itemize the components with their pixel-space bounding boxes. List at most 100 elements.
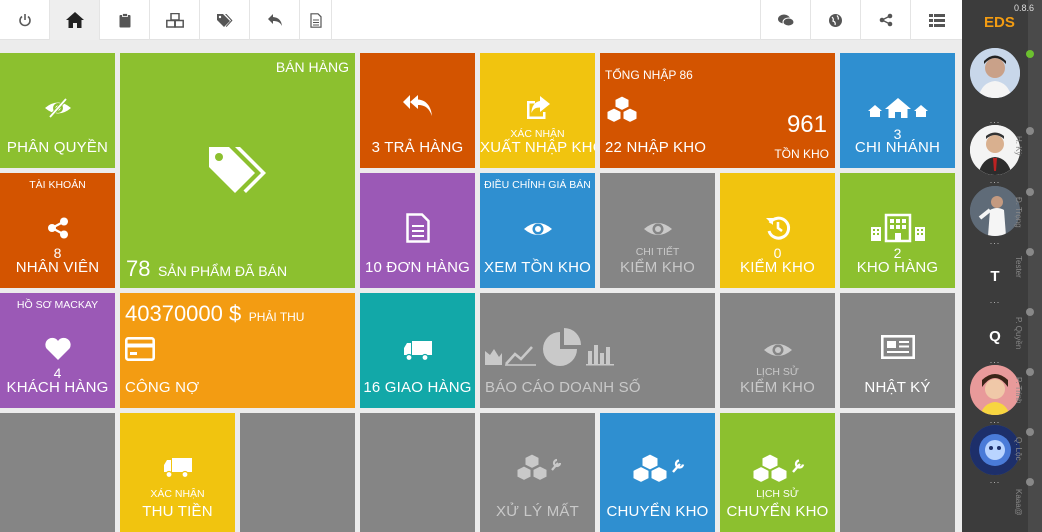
tile-label: 3 TRẢ HÀNG [371, 139, 464, 156]
tile-label: 10 ĐƠN HÀNG [364, 259, 471, 276]
tile-kho-hang[interactable]: 2 KHO HÀNG [840, 173, 955, 288]
tile-don-hang[interactable]: 10 ĐƠN HÀNG [360, 173, 475, 288]
avatar[interactable]: Q [970, 311, 1020, 361]
cubes-icon [605, 95, 639, 128]
tags-icon [120, 143, 355, 195]
tile-empty [0, 413, 115, 532]
user-menu-dots[interactable]: ... [988, 176, 1002, 185]
status-indicator [1026, 188, 1034, 196]
tile-lich-su-kiem-kho[interactable]: LỊCH SỬ KIỂM KHO [720, 293, 835, 408]
tile-label: XUẤT NHẬP KHO [480, 139, 595, 156]
user-menu-dots[interactable]: ... [988, 296, 1002, 305]
tile-empty [840, 413, 955, 532]
status-indicator [1026, 368, 1034, 376]
user-menu-dots[interactable]: ... [988, 416, 1002, 425]
status-indicator [1026, 478, 1034, 486]
cubes-wrench-icon [720, 453, 835, 483]
tile-small-label: XÁC NHẬN [150, 488, 205, 500]
globe-button[interactable] [810, 0, 860, 40]
share-icon [0, 217, 115, 239]
reply-icon [267, 14, 282, 26]
tile-thu-tien[interactable]: XÁC NHẬN THU TIỀN [120, 413, 235, 532]
document-button[interactable] [300, 0, 332, 40]
avatar[interactable]: T [970, 251, 1020, 301]
tile-label: CHI NHÁNH [854, 139, 941, 156]
tile-label: KIỂM KHO [740, 379, 815, 396]
products-button[interactable] [150, 0, 200, 40]
avatar[interactable] [970, 125, 1020, 175]
status-indicator [1026, 308, 1034, 316]
tile-giao-hang[interactable]: 16 GIAO HÀNG [360, 293, 475, 408]
buildings-icon [840, 213, 955, 243]
tile-label: KHO HÀNG [856, 259, 939, 276]
tile-kiem-kho[interactable]: 0 KIỂM KHO [720, 173, 835, 288]
tile-xuat-nhap-kho[interactable]: XÁC NHẬN XUẤT NHẬP KHO [480, 53, 595, 168]
tile-label: KHÁCH HÀNG [6, 379, 109, 396]
tile-label: NHẬT KÝ [864, 379, 931, 396]
tile-chuyen-kho[interactable]: CHUYỂN KHO [600, 413, 715, 532]
chat-button[interactable] [760, 0, 810, 40]
receivable: 40370000 $ PHẢI THU [125, 301, 304, 327]
tile-nhan-vien[interactable]: TÀI KHOẢN 8 NHÂN VIÊN [0, 173, 115, 288]
tile-small-label: LỊCH SỬ [756, 488, 799, 500]
cubes-wrench-icon [600, 453, 715, 483]
credit-card-icon [124, 336, 155, 366]
eye-icon [600, 219, 715, 239]
user-menu-dots[interactable]: ... [988, 237, 1002, 246]
tile-phan-quyen[interactable]: PHÂN QUYỀN [0, 53, 115, 168]
clipboard-icon [119, 12, 130, 27]
tile-nhap-kho[interactable]: TỔNG NHẬP 86 961 22 NHẬP KHO TỒN KHO [600, 53, 835, 168]
tile-nhat-ky[interactable]: NHẬT KÝ [840, 293, 955, 408]
tile-label: KIỂM KHO [740, 259, 815, 276]
tile-xem-ton-kho[interactable]: ĐIỀU CHỈNH GIÁ BÁN XEM TỒN KHO [480, 173, 595, 288]
globe-icon [829, 13, 842, 27]
tags-button[interactable] [200, 0, 250, 40]
heart-icon [0, 337, 115, 361]
status-indicator [1026, 127, 1034, 135]
homes-icon [840, 97, 955, 119]
user-menu-dots[interactable]: ... [988, 356, 1002, 365]
tile-label: CHUYỂN KHO [726, 503, 829, 520]
cubes-wrench-icon [480, 453, 595, 481]
sidebar-strip [1028, 0, 1042, 532]
tile-chi-nhanh[interactable]: 3 CHI NHÁNH [840, 53, 955, 168]
tile-khach-hang[interactable]: HỒ SƠ MACKAY 4 KHÁCH HÀNG [0, 293, 115, 408]
menu-button[interactable] [910, 0, 962, 40]
tile-xu-ly-mat[interactable]: XỬ LÝ MẤT [480, 413, 595, 532]
avatar[interactable] [970, 48, 1020, 98]
tile-cong-no[interactable]: 40370000 $ PHẢI THU CÔNG NỢ [120, 293, 355, 408]
top-toolbar [0, 0, 962, 40]
tile-small-label: ĐIỀU CHỈNH GIÁ BÁN [484, 179, 591, 191]
share-button[interactable] [860, 0, 910, 40]
sold-count: 78 [126, 256, 151, 281]
tile-bao-cao[interactable]: BÁO CÁO DOANH SỐ [480, 293, 715, 408]
status-indicator [1026, 428, 1034, 436]
user-name: Q. Lộc [1014, 437, 1023, 461]
avatar[interactable] [970, 365, 1020, 415]
receivable-amount: 40370000 $ [125, 301, 242, 326]
document-icon [309, 12, 322, 28]
tile-empty [240, 413, 355, 532]
share-icon [879, 13, 892, 27]
avatar[interactable] [970, 425, 1020, 475]
tile-label: THU TIỀN [142, 503, 213, 520]
eye-icon [720, 340, 835, 360]
eye-slash-icon [0, 97, 115, 119]
tile-label: 16 GIAO HÀNG [363, 379, 472, 396]
avatar[interactable] [970, 186, 1020, 236]
tile-lich-su-chuyen-kho[interactable]: LỊCH SỬ CHUYỂN KHO [720, 413, 835, 532]
user-menu-dots[interactable]: ... [988, 476, 1002, 485]
clipboard-button[interactable] [100, 0, 150, 40]
tile-tra-hang[interactable]: 3 TRẢ HÀNG [360, 53, 475, 168]
receivable-note: PHẢI THU [248, 310, 305, 324]
home-button[interactable] [50, 0, 100, 40]
power-icon [18, 14, 31, 27]
power-button[interactable] [0, 0, 50, 40]
user-menu-dots[interactable]: ... [988, 116, 1002, 125]
charts-icon [484, 327, 618, 372]
status-indicator [1026, 248, 1034, 256]
tile-ban-hang[interactable]: BÁN HÀNG 78 SẢN PHẨM ĐÃ BÁN [120, 53, 355, 288]
returns-button[interactable] [250, 0, 300, 40]
tile-chi-tiet-kiem-kho[interactable]: CHI TIẾT KIỂM KHO [600, 173, 715, 288]
document-icon [360, 213, 475, 243]
